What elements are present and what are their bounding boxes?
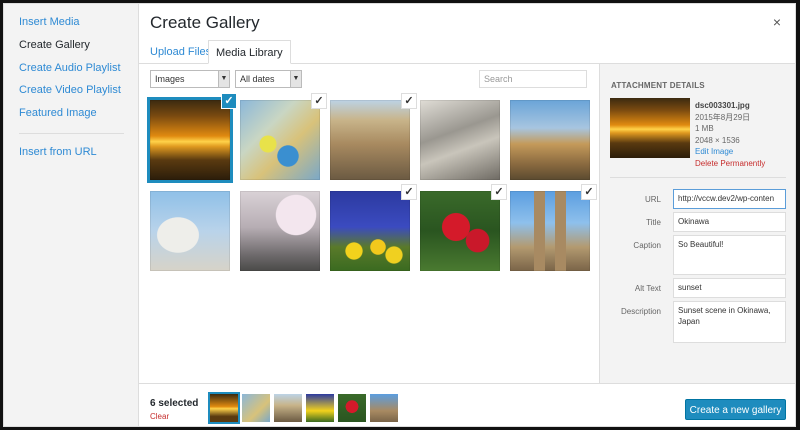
details-thumbnail (610, 98, 690, 158)
attachment-red-roses[interactable]: ✓ (420, 184, 507, 271)
attachment-cherry-blossom-temple[interactable] (240, 191, 320, 271)
menu-create-gallery[interactable]: Create Gallery (19, 39, 90, 51)
description-label: Description (620, 307, 661, 316)
alt-text-field[interactable]: sunset (673, 278, 786, 298)
title-field[interactable]: Okinawa (673, 212, 786, 232)
caption-label: Caption (633, 241, 661, 250)
details-filename: dsc003301.jpg (695, 101, 750, 110)
details-divider (610, 177, 786, 178)
close-icon[interactable]: × (773, 14, 781, 30)
attachment-details: ATTACHMENT DETAILS dsc003301.jpg 2015年8月… (599, 64, 795, 383)
selection-thumb-yellow-tulips[interactable] (306, 394, 334, 422)
delete-permanently-link[interactable]: Delete Permanently (695, 158, 765, 170)
check-icon[interactable]: ✓ (401, 184, 417, 200)
check-icon[interactable]: ✓ (491, 184, 507, 200)
caption-field[interactable]: So Beautiful! (673, 235, 786, 275)
description-field[interactable]: Sunset scene in Okinawa, Japan (673, 301, 786, 343)
menu-insert-media[interactable]: Insert Media (19, 16, 80, 28)
attachment-stone-facade[interactable] (420, 100, 500, 180)
media-toolbar-footer: 6 selected Clear Create a new gallery (139, 383, 795, 426)
details-dimensions: 2048 × 1536 (695, 135, 740, 145)
date-filter[interactable]: All dates ▼ (235, 70, 302, 88)
menu-insert-from-url[interactable]: Insert from URL (19, 146, 97, 158)
date-filter-value: All dates (240, 74, 275, 84)
check-icon[interactable]: ✓ (581, 184, 597, 200)
edit-image-link[interactable]: Edit Image (695, 146, 765, 158)
attachment-gothic-cathedral[interactable]: ✓ (510, 184, 597, 271)
modal-title: Create Gallery (150, 13, 260, 32)
selection-count: 6 selected (150, 398, 199, 409)
selection-thumb-ornate-building[interactable] (274, 394, 302, 422)
title-label: Title (646, 218, 661, 227)
attachment-sunset-sea[interactable]: ✓ (147, 93, 237, 183)
selection-thumb-sunset-sea[interactable] (208, 392, 240, 424)
menu-create-video-playlist[interactable]: Create Video Playlist (19, 84, 121, 96)
check-icon[interactable]: ✓ (221, 93, 237, 109)
create-new-gallery-button[interactable]: Create a new gallery (685, 399, 786, 420)
attachment-mosaic-lizard[interactable]: ✓ (240, 93, 327, 180)
attachment-statue-dome[interactable] (150, 191, 230, 271)
url-field[interactable]: http://vccw.dev2/wp-conten (673, 189, 786, 209)
tab-upload-files[interactable]: Upload Files (143, 40, 218, 64)
details-heading: ATTACHMENT DETAILS (611, 81, 705, 90)
media-modal: Insert Media Create Gallery Create Audio… (3, 3, 796, 427)
alt-text-label: Alt Text (634, 284, 661, 293)
selection-thumb-gothic-cathedral[interactable] (370, 394, 398, 422)
media-type-filter-value: Images (155, 74, 185, 84)
tab-media-library[interactable]: Media Library (208, 40, 291, 64)
url-label: URL (644, 195, 661, 204)
details-info: dsc003301.jpg 2015年8月29日 1 MB 2048 × 153… (695, 100, 765, 169)
menu-featured-image[interactable]: Featured Image (19, 107, 97, 119)
check-icon[interactable]: ✓ (401, 93, 417, 109)
attachment-plaza-horse-carriage[interactable] (510, 100, 590, 180)
selection-thumb-red-roses[interactable] (338, 394, 366, 422)
details-date: 2015年8月29日 (695, 112, 751, 122)
chevron-down-icon: ▼ (290, 71, 301, 87)
menu-create-audio-playlist[interactable]: Create Audio Playlist (19, 62, 121, 74)
clear-selection-link[interactable]: Clear (150, 412, 169, 421)
attachment-yellow-tulips[interactable]: ✓ (330, 184, 417, 271)
selection-thumb-mosaic-lizard[interactable] (242, 394, 270, 422)
router-tabs: Upload Files Media Library (139, 40, 795, 64)
search-input[interactable]: Search (479, 70, 587, 88)
details-size: 1 MB (695, 124, 714, 133)
check-icon[interactable]: ✓ (311, 93, 327, 109)
chevron-down-icon: ▼ (218, 71, 229, 87)
attachment-ornate-building[interactable]: ✓ (330, 93, 417, 180)
menu-separator (19, 133, 124, 134)
media-type-filter[interactable]: Images ▼ (150, 70, 230, 88)
media-menu: Insert Media Create Gallery Create Audio… (4, 4, 139, 426)
